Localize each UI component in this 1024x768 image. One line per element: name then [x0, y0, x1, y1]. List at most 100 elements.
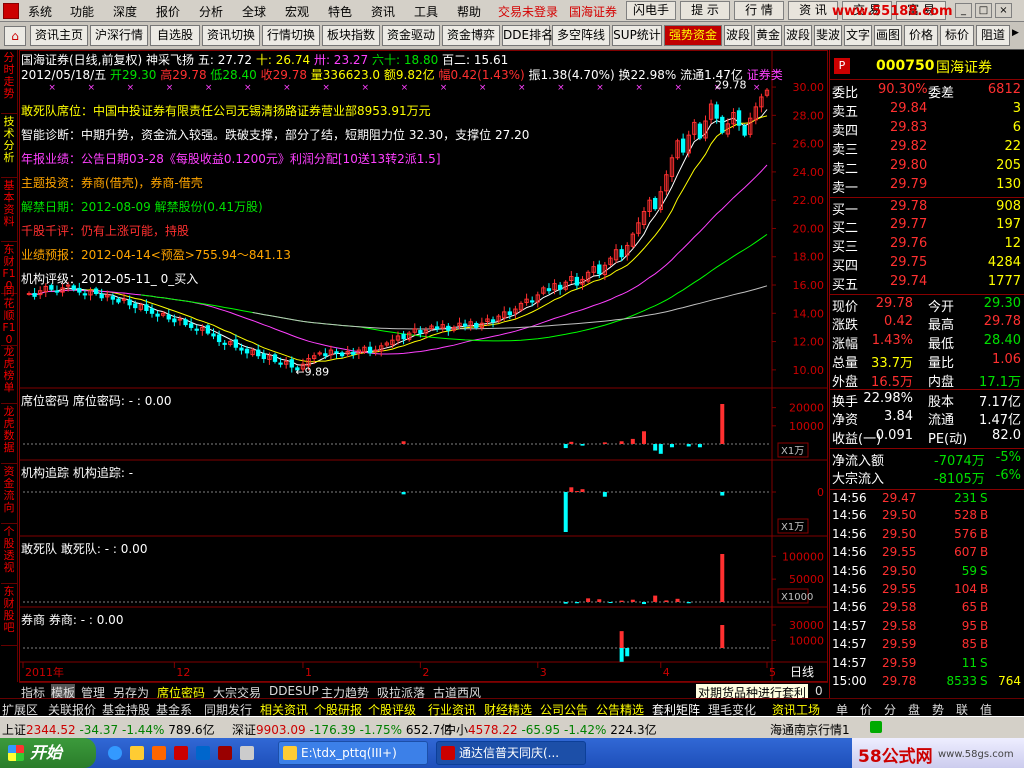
market-switch-button[interactable]: 行情切换 [262, 25, 320, 46]
menu-help[interactable]: 帮助 [457, 3, 481, 20]
chart-area[interactable]: × × × × × × × × × × × × × × × × × × × 10.00 12.00 14.00 16.00… [19, 50, 828, 682]
app2-icon[interactable] [196, 746, 210, 760]
login-status[interactable]: 交易未登录 [498, 3, 558, 20]
buy-level-row[interactable]: 买三 29.76 12 [830, 235, 1024, 255]
fund-drive-button[interactable]: 资金驱动 [382, 25, 440, 46]
stat-row: 总量 33.7万 量比 1.06 [830, 351, 1024, 371]
indicator-bar [697, 444, 702, 448]
menu-macro[interactable]: 宏观 [285, 3, 309, 20]
stat-value: 1.06 [992, 352, 1021, 367]
long-short-button[interactable]: 多空阵线 [552, 25, 610, 46]
menu-system[interactable]: 系统 [28, 3, 52, 20]
home-icon[interactable]: ⌂ [4, 26, 26, 46]
buy-level-row[interactable]: 买二 29.77 197 [830, 216, 1024, 236]
tab-ths-f10[interactable]: 同花顺F10 [1, 286, 17, 346]
start-button[interactable]: 开始 [0, 738, 96, 768]
menu-global[interactable]: 全球 [242, 3, 266, 20]
ie-icon[interactable] [108, 746, 122, 760]
tab-dragon-tiger[interactable]: 龙虎榜单 [1, 346, 17, 404]
app4-icon[interactable] [240, 746, 254, 760]
folder-icon[interactable] [130, 746, 144, 760]
menu-tools[interactable]: 工具 [414, 3, 438, 20]
taskbar-item-tdx[interactable]: 通达信普天同庆(... [436, 741, 586, 765]
tab-stock-view[interactable]: 个股透视 [1, 526, 17, 584]
app3-icon[interactable] [218, 746, 232, 760]
sell-level-row[interactable]: 卖二 29.80 205 [830, 157, 1024, 177]
toolbar-scroll-right-icon[interactable]: ▶ [1012, 28, 1022, 44]
menu-depth[interactable]: 深度 [113, 3, 137, 20]
maximize-button[interactable]: □ [975, 3, 992, 18]
wave2-button[interactable]: 波段 [784, 25, 812, 46]
alert-button[interactable]: 提 示 [680, 1, 730, 20]
tab-dragon-data[interactable]: 龙虎数据 [1, 406, 17, 464]
signal-marker: × [205, 83, 213, 93]
gold-button[interactable]: 黄金 [754, 25, 782, 46]
chart-svg[interactable]: × × × × × × × × × × × × × × × × × × × 10.0012.0014.0016.00… [19, 50, 828, 682]
bar-sector: 证券类 [746, 68, 783, 82]
text-button[interactable]: 文字 [844, 25, 872, 46]
indicator-bar [658, 444, 663, 454]
sz-index[interactable]: 深证9903.09 -176.39 -1.75% 652.7亿 [232, 721, 452, 738]
news-home-button[interactable]: 资讯主页 [30, 25, 88, 46]
menu-news[interactable]: 资讯 [371, 3, 395, 20]
strong-fund-button[interactable]: 强势资金 [664, 25, 722, 46]
candle-body [351, 351, 356, 355]
tab-guba[interactable]: 东财股吧 [1, 586, 17, 646]
sector-index-button[interactable]: 板块指数 [322, 25, 380, 46]
tab-fund-flow[interactable]: 资金流向 [1, 466, 17, 524]
level-price: 29.76 [890, 236, 928, 251]
tab-fundamentals[interactable]: 基本资料 [1, 180, 17, 242]
close-button[interactable]: × [995, 3, 1012, 18]
sell-level-row[interactable]: 卖一 29.79 130 [830, 176, 1024, 196]
sell-level-row[interactable]: 卖四 29.83 6 [830, 119, 1024, 139]
index-value: 9903.09 [256, 723, 306, 737]
wave-button[interactable]: 波段 [724, 25, 752, 46]
sup-stats-button[interactable]: SUP统计 [612, 25, 662, 46]
tick-time: 14:56 [832, 600, 867, 615]
fibonacci-button[interactable]: 斐波 [814, 25, 842, 46]
minimize-button[interactable]: _ [955, 3, 972, 18]
news-button[interactable]: 资 讯 [788, 1, 838, 20]
menu-feature[interactable]: 特色 [328, 3, 352, 20]
mark-price-button[interactable]: 标价 [940, 25, 974, 46]
sell-level-row[interactable]: 卖三 29.82 22 [830, 138, 1024, 158]
resistance-button[interactable]: 阻道 [976, 25, 1010, 46]
taskbar-item-explorer[interactable]: E:\tdx_pttq(III+) [278, 741, 428, 765]
menu-analysis[interactable]: 分析 [199, 3, 223, 20]
sell-level-row[interactable]: 卖五 29.84 3 [830, 100, 1024, 120]
news-switch-button[interactable]: 资讯切换 [202, 25, 260, 46]
dde-rank-button[interactable]: DDE排名 [502, 25, 553, 46]
menu-function[interactable]: 功能 [70, 3, 94, 20]
sme-index[interactable]: 中小4578.22 -65.95 -1.42% 224.3亿 [444, 721, 657, 738]
stat-label: PE(动) [928, 432, 968, 447]
flash-trade-button[interactable]: 闪电手 [626, 1, 676, 20]
app-icon[interactable] [174, 746, 188, 760]
menu-quote[interactable]: 报价 [156, 3, 180, 20]
info-forecast: 业绩预报：2012-04-14<预盈>755.94～841.13 [21, 246, 291, 263]
sh-index[interactable]: 上证2344.52 -34.37 -1.44% 789.6亿 [2, 721, 215, 738]
indicator-bar [569, 487, 574, 492]
tab-sup[interactable]: SUP [295, 684, 319, 698]
y-tick-label: 10.00 [793, 364, 825, 377]
market-button[interactable]: 行 情 [734, 1, 784, 20]
level-volume: 22 [1004, 139, 1021, 154]
media-icon[interactable] [152, 746, 166, 760]
level-price: 29.74 [890, 274, 928, 289]
price-button[interactable]: 价格 [904, 25, 938, 46]
tab-intraday[interactable]: 分时走势 [1, 52, 17, 114]
ind-y-tick-label: 100000 [782, 550, 824, 563]
buy-level-row[interactable]: 买四 29.75 4284 [830, 254, 1024, 274]
fund-game-button[interactable]: 资金博弈 [442, 25, 500, 46]
buy-level-row[interactable]: 买五 29.74 1777 [830, 273, 1024, 293]
draw-button[interactable]: 画图 [874, 25, 902, 46]
tick-side: S [980, 674, 988, 688]
x-tick-label: 1 [305, 666, 312, 679]
indicator-bar [580, 489, 585, 492]
panel-value: : 0.00 [88, 613, 124, 627]
buy-level-row[interactable]: 买一 29.78 908 [830, 197, 1024, 218]
tab-dde[interactable]: DDE [269, 684, 295, 698]
tab-technical[interactable]: 技术分析 [1, 116, 17, 178]
sh-sz-market-button[interactable]: 沪深行情 [90, 25, 148, 46]
ma60-value: 六十: 18.80 [372, 53, 439, 67]
watchlist-button[interactable]: 自选股 [150, 25, 200, 46]
